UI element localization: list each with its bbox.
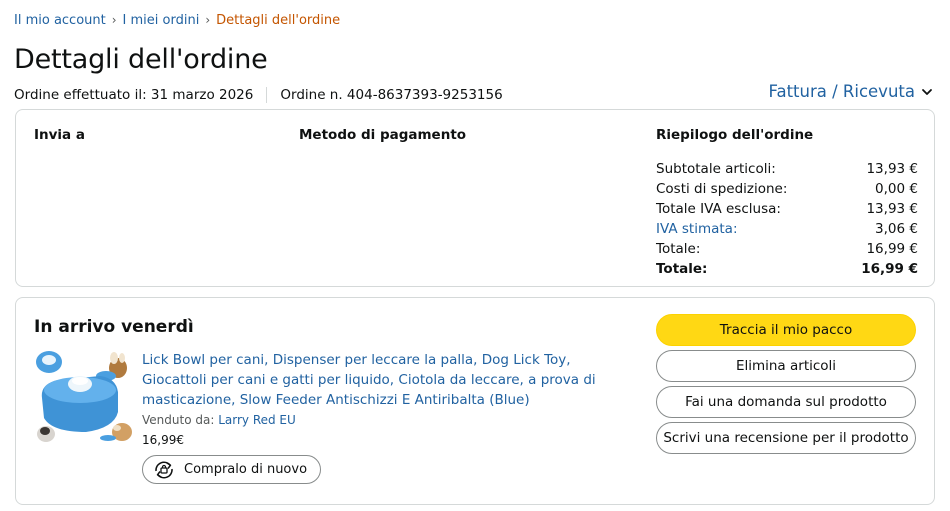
summary-label: Totale: <box>656 261 708 277</box>
payment-method-title: Metodo di pagamento <box>299 127 467 143</box>
order-meta: Ordine effettuato il: 31 marzo 2026 Ordi… <box>14 87 503 103</box>
buy-again-label: Compralo di nuovo <box>184 462 308 477</box>
breadcrumb-my-account[interactable]: Il mio account <box>14 13 106 28</box>
summary-label: Costi di spedizione: <box>656 181 788 197</box>
summary-value: 13,93 € <box>866 161 918 177</box>
summary-label: Totale IVA esclusa: <box>656 201 781 217</box>
breadcrumb-separator: › <box>205 13 211 27</box>
page-title: Dettagli dell'ordine <box>14 44 268 75</box>
summary-row-grand-total: Totale: 16,99 € <box>656 259 918 279</box>
sold-by-label: Venduto da: <box>142 413 215 427</box>
breadcrumb-separator: › <box>111 13 117 27</box>
product-title-link[interactable]: Lick Bowl per cani, Dispenser per leccar… <box>142 350 638 410</box>
shipment-card: In arrivo venerdì Lick Bowl per cani, Di <box>15 297 935 505</box>
breadcrumb-current: Dettagli dell'ordine <box>216 13 341 28</box>
summary-row-total-excl-vat: Totale IVA esclusa: 13,93 € <box>656 199 918 219</box>
delivery-status: In arrivo venerdì <box>34 317 194 337</box>
invoice-label: Fattura / Ricevuta <box>768 82 915 101</box>
summary-value: 0,00 € <box>875 181 918 197</box>
buy-again-button[interactable]: Compralo di nuovo <box>142 455 322 484</box>
chevron-down-icon <box>922 88 932 95</box>
sold-by: Venduto da: Larry Red EU <box>142 413 296 427</box>
breadcrumb: Il mio account › I miei ordini › Dettagli de… <box>14 13 340 28</box>
delete-items-button[interactable]: Elimina articoli <box>656 350 916 382</box>
product-price: 16,99€ <box>142 433 184 447</box>
order-number: Ordine n. 404-8637393-9253156 <box>280 87 503 103</box>
summary-value: 16,99 € <box>866 241 918 257</box>
vat-estimate-link[interactable]: IVA stimata: <box>656 219 738 239</box>
summary-label: Subtotale articoli: <box>656 161 776 177</box>
summary-value: 16,99 € <box>861 261 918 277</box>
breadcrumb-my-orders[interactable]: I miei ordini <box>123 13 200 28</box>
invoice-dropdown[interactable]: Fattura / Ricevuta <box>768 82 933 101</box>
order-summary: Riepilogo dell'ordine Subtotale articoli… <box>656 127 918 279</box>
meta-divider <box>266 87 268 103</box>
summary-value: 13,93 € <box>866 201 918 217</box>
order-date: Ordine effettuato il: 31 marzo 2026 <box>14 87 254 103</box>
order-details-card: Invia a Metodo di pagamento Riepilogo de… <box>15 109 935 287</box>
ship-to-title: Invia a <box>34 127 85 143</box>
track-package-button[interactable]: Traccia il mio pacco <box>656 314 916 346</box>
ask-product-question-button[interactable]: Fai una domanda sul prodotto <box>656 386 916 418</box>
write-review-button[interactable]: Scrivi una recensione per il prodotto <box>656 422 916 454</box>
summary-row-shipping: Costi di spedizione: 0,00 € <box>656 179 918 199</box>
summary-row-vat: IVA stimata: 3,06 € <box>656 219 918 239</box>
summary-row-subtotal: Subtotale articoli: 13,93 € <box>656 159 918 179</box>
summary-row-total: Totale: 16,99 € <box>656 239 918 259</box>
lick-bowl-image <box>36 351 132 442</box>
order-summary-title: Riepilogo dell'ordine <box>656 127 814 143</box>
seller-link[interactable]: Larry Red EU <box>218 413 296 427</box>
summary-value: 3,06 € <box>875 221 918 237</box>
summary-label: Totale: <box>656 241 701 257</box>
product-image[interactable] <box>34 348 134 444</box>
buy-again-icon <box>155 461 173 478</box>
